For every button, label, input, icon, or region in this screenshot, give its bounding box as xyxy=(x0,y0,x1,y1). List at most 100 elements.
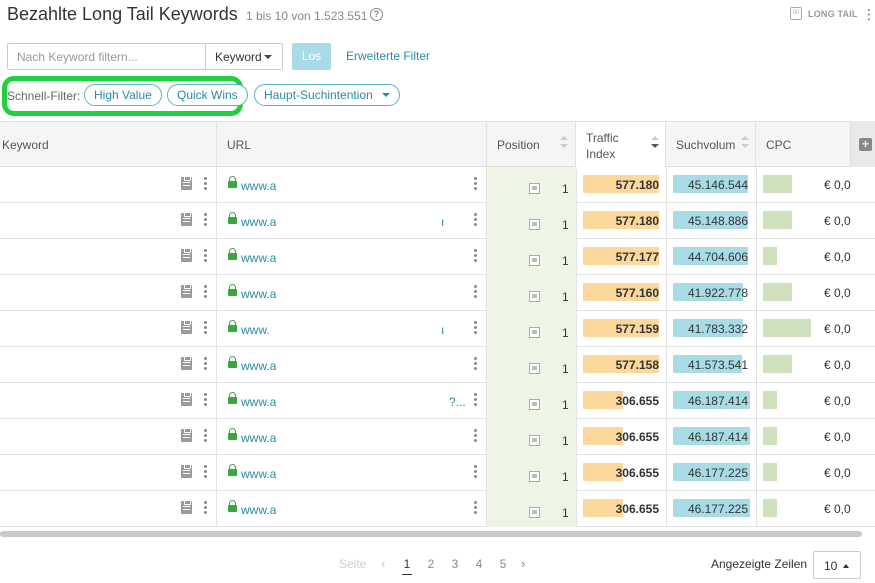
serp-icon[interactable] xyxy=(529,471,540,482)
long-tail-label[interactable]: LONG TAIL xyxy=(808,9,858,19)
url-menu-icon[interactable] xyxy=(474,321,478,335)
prev-page-icon[interactable]: ‹ xyxy=(381,556,385,571)
url-tail: ı xyxy=(441,323,445,337)
plus-icon: + xyxy=(859,138,872,151)
serp-icon[interactable] xyxy=(529,327,540,338)
page-1[interactable]: 1 xyxy=(402,557,412,575)
url-link[interactable]: www.a xyxy=(241,395,276,409)
url-link[interactable]: www.a xyxy=(241,287,276,301)
horizontal-scrollbar[interactable] xyxy=(0,531,862,537)
serp-icon[interactable] xyxy=(529,399,540,410)
url-menu-icon[interactable] xyxy=(474,213,478,227)
column-keyword[interactable]: Keyword xyxy=(0,122,217,167)
keyword-menu-icon[interactable] xyxy=(204,321,208,335)
table-row[interactable]: www.a?... 1 306.655 46.187.414 € 0,0 xyxy=(0,383,875,419)
clipboard-icon[interactable] xyxy=(181,284,192,298)
table-row[interactable]: www.a 1 306.655 46.187.414 € 0,0 xyxy=(0,419,875,455)
table-row[interactable]: www.a 1 306.655 46.177.225 € 0,0 xyxy=(0,455,875,491)
page-4[interactable]: 4 xyxy=(474,557,484,571)
table-row[interactable]: www. ı 1 577.159 41.783.332 € 0,0 xyxy=(0,311,875,347)
clipboard-icon[interactable] xyxy=(181,464,192,478)
cpc-value: € 0,0 xyxy=(824,430,851,444)
url-menu-icon[interactable] xyxy=(474,465,478,479)
rows-per-page-select[interactable]: 10 xyxy=(813,551,861,579)
go-button[interactable]: Los xyxy=(292,43,331,70)
table-row[interactable]: www.a 1 577.180 45.146.544 € 0,0 xyxy=(0,167,875,203)
url-menu-icon[interactable] xyxy=(474,429,478,443)
cell-divider xyxy=(216,239,217,275)
next-page-icon[interactable]: › xyxy=(521,556,525,571)
url-menu-icon[interactable] xyxy=(474,177,478,191)
clipboard-icon[interactable] xyxy=(181,500,192,514)
serp-icon[interactable] xyxy=(529,219,540,230)
page-2[interactable]: 2 xyxy=(426,557,436,571)
serp-icon[interactable] xyxy=(529,291,540,302)
clipboard-icon[interactable] xyxy=(181,176,192,190)
column-position[interactable]: Position xyxy=(487,122,576,167)
clipboard-icon[interactable] xyxy=(181,248,192,262)
serp-icon[interactable] xyxy=(529,363,540,374)
url-link[interactable]: www.a xyxy=(241,179,276,193)
url-link[interactable]: www.a xyxy=(241,359,276,373)
column-search-volume[interactable]: Suchvolum xyxy=(666,122,756,167)
column-cpc[interactable]: CPC xyxy=(756,122,850,167)
table-row[interactable]: www.a 1 306.655 46.177.225 € 0,0 xyxy=(0,491,875,527)
keyword-menu-icon[interactable] xyxy=(204,357,208,371)
page-3[interactable]: 3 xyxy=(450,557,460,571)
column-url[interactable]: URL xyxy=(217,122,487,167)
table-row[interactable]: www.a 1 577.177 44.704.606 € 0,0 xyxy=(0,239,875,275)
keyword-filter-input[interactable] xyxy=(7,43,206,70)
keyword-menu-icon[interactable] xyxy=(204,501,208,515)
keyword-menu-icon[interactable] xyxy=(204,393,208,407)
serp-icon[interactable] xyxy=(529,255,540,266)
lock-icon xyxy=(228,320,237,332)
chip-search-intent[interactable]: Haupt-Suchintention xyxy=(254,84,400,106)
sort-icon[interactable] xyxy=(741,136,749,148)
sort-icon[interactable] xyxy=(560,136,568,148)
keyword-menu-icon[interactable] xyxy=(204,249,208,263)
sort-icon[interactable] xyxy=(651,136,659,148)
more-options-icon[interactable]: ⋮ xyxy=(862,7,875,21)
help-icon[interactable]: ? xyxy=(370,8,383,21)
url-link[interactable]: www.a xyxy=(241,251,276,265)
serp-icon[interactable] xyxy=(529,507,540,518)
serp-icon[interactable] xyxy=(529,435,540,446)
cell-divider xyxy=(756,383,757,419)
url-link[interactable]: www. xyxy=(241,323,270,337)
cpc-bar xyxy=(763,355,792,373)
keyword-menu-icon[interactable] xyxy=(204,285,208,299)
url-menu-icon[interactable] xyxy=(474,501,478,515)
url-link[interactable]: www.a xyxy=(241,431,276,445)
keyword-menu-icon[interactable] xyxy=(204,177,208,191)
table-row[interactable]: www.a ı 1 577.180 45.148.886 € 0,0 xyxy=(0,203,875,239)
keyword-filter-select[interactable]: Keyword xyxy=(205,43,283,70)
keyword-menu-icon[interactable] xyxy=(204,213,208,227)
url-menu-icon[interactable] xyxy=(474,357,478,371)
url-menu-icon[interactable] xyxy=(474,393,478,407)
clipboard-icon[interactable] xyxy=(181,320,192,334)
cell-divider xyxy=(216,455,217,491)
page-5[interactable]: 5 xyxy=(498,557,508,571)
url-link[interactable]: www.a xyxy=(241,215,276,229)
cpc-value: € 0,0 xyxy=(824,502,851,516)
keyword-menu-icon[interactable] xyxy=(204,465,208,479)
chip-quick-wins[interactable]: Quick Wins xyxy=(167,84,248,106)
chip-high-value[interactable]: High Value xyxy=(84,84,162,106)
clipboard-icon[interactable] xyxy=(181,212,192,226)
advanced-filter-link[interactable]: Erweiterte Filter xyxy=(346,49,430,63)
cpc-value: € 0,0 xyxy=(824,250,851,264)
url-menu-icon[interactable] xyxy=(474,249,478,263)
table-row[interactable]: www.a 1 577.158 41.573.541 € 0,0 xyxy=(0,347,875,383)
url-menu-icon[interactable] xyxy=(474,285,478,299)
url-link[interactable]: www.a xyxy=(241,503,276,517)
column-traffic-index[interactable]: Traffic Index xyxy=(576,122,666,167)
add-column-button[interactable]: + xyxy=(850,121,875,167)
url-link[interactable]: www.a xyxy=(241,467,276,481)
clipboard-icon[interactable] xyxy=(181,356,192,370)
cell-divider xyxy=(756,239,757,275)
serp-icon[interactable] xyxy=(529,183,540,194)
clipboard-icon[interactable] xyxy=(181,428,192,442)
keyword-menu-icon[interactable] xyxy=(204,429,208,443)
clipboard-icon[interactable] xyxy=(181,392,192,406)
table-row[interactable]: www.a 1 577.160 41.922.778 € 0,0 xyxy=(0,275,875,311)
